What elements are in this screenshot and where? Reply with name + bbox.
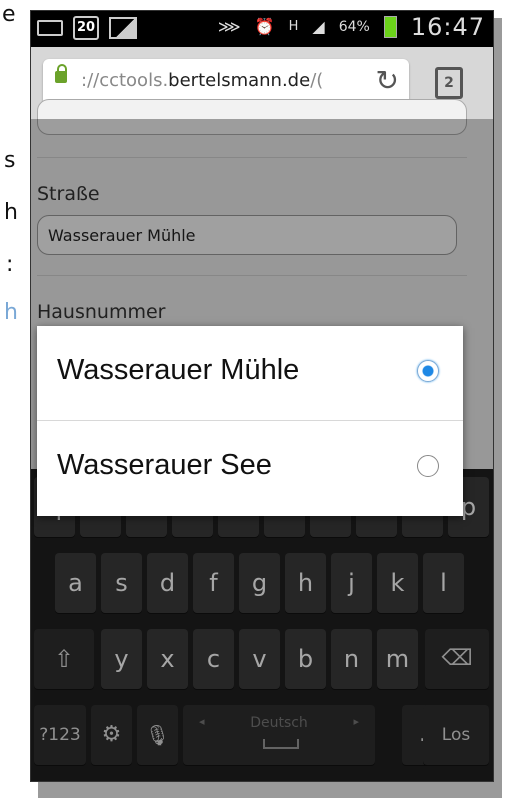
- option-label: Wasserauer See: [57, 449, 272, 481]
- background-text-fragment: e: [2, 2, 16, 27]
- reload-icon[interactable]: ↻: [376, 65, 399, 97]
- image-icon: [109, 17, 137, 39]
- tabs-icon[interactable]: 2: [435, 67, 463, 99]
- alarm-icon: ⏰: [254, 17, 275, 36]
- background-text-fragment: s: [4, 148, 16, 173]
- suggestion-dialog: Wasserauer Mühle Wasserauer See: [37, 326, 463, 516]
- status-bar: 20 ⋙ ⏰ H ◢ 64% 16:47: [31, 11, 493, 47]
- clock: 16:47: [410, 13, 485, 41]
- phone-screen: 20 ⋙ ⏰ H ◢ 64% 16:47 ://cctools.bertelsm…: [30, 10, 494, 782]
- keyboard-icon: [37, 20, 63, 36]
- radio-selected-icon[interactable]: [417, 360, 439, 382]
- vibrate-icon: ⋙: [217, 17, 241, 36]
- lock-icon: [55, 64, 67, 83]
- background-text-fragment: h: [4, 300, 18, 325]
- background-text-fragment: :: [6, 252, 14, 277]
- background-text-fragment: h: [4, 200, 18, 225]
- option-row[interactable]: Wasserauer See: [37, 421, 463, 515]
- battery-percent: 64%: [338, 19, 370, 35]
- url-host: bertelsmann.de: [168, 70, 311, 91]
- option-label: Wasserauer Mühle: [57, 354, 300, 386]
- url-suffix: /(: [310, 70, 324, 91]
- calendar-icon: 20: [73, 16, 99, 40]
- url-text[interactable]: ://cctools.bertelsmann.de/(: [81, 70, 371, 91]
- radio-unselected-icon[interactable]: [417, 455, 439, 477]
- network-type-icon: H: [288, 19, 299, 34]
- battery-icon: [383, 16, 397, 38]
- signal-icon: ◢: [312, 17, 325, 36]
- option-row[interactable]: Wasserauer Mühle: [37, 326, 463, 421]
- url-prefix: ://cctools.: [81, 70, 169, 91]
